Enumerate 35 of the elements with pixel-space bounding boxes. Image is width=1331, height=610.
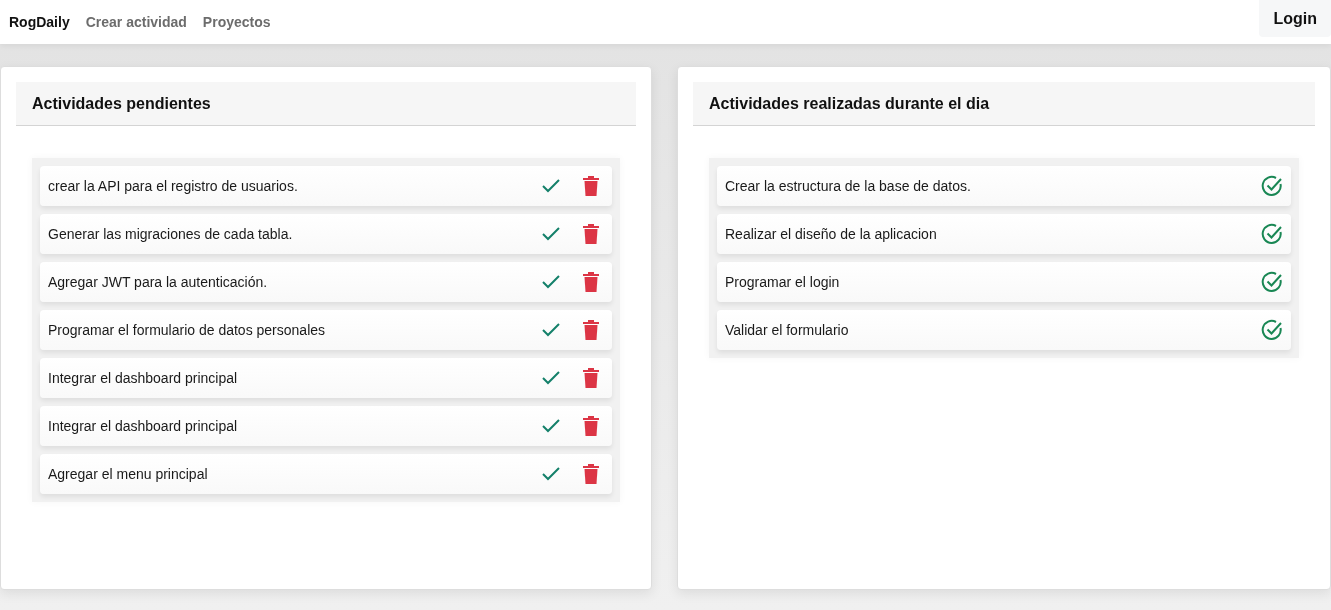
check-icon — [541, 322, 561, 338]
trash-icon — [583, 368, 599, 388]
circle-check-icon — [1261, 175, 1283, 197]
check-icon — [541, 178, 561, 194]
nav-link[interactable]: Proyectos — [202, 14, 271, 30]
brand-link[interactable]: RogDaily — [9, 14, 70, 30]
trash-icon — [583, 176, 599, 196]
activity-text: Generar las migraciones de cada tabla. — [48, 226, 294, 242]
activity-text: Integrar el dashboard principal — [48, 370, 239, 386]
check-icon — [541, 226, 561, 242]
activity-text: Agregar el menu principal — [48, 466, 209, 482]
trash-icon — [583, 416, 599, 436]
login-button[interactable]: Login — [1259, 0, 1331, 37]
activity-text: Agregar JWT para la autenticación. — [48, 274, 269, 290]
check-icon — [541, 274, 561, 290]
trash-icon — [583, 464, 599, 484]
activity-text: Integrar el dashboard principal — [48, 418, 239, 434]
trash-icon — [583, 320, 599, 340]
activity-text: Validar el formulario — [725, 322, 850, 338]
activity-text: Crear la estructura de la base de datos. — [725, 178, 972, 194]
panel-title: Actividades realizadas durante el dia — [693, 82, 1315, 126]
panel-title: Actividades pendientes — [16, 82, 636, 126]
check-icon — [541, 370, 561, 386]
check-icon — [541, 466, 561, 482]
activity-text: crear la API para el registro de usuarios. — [48, 178, 299, 194]
activity-text: Programar el login — [725, 274, 841, 290]
check-icon — [541, 418, 561, 434]
trash-icon — [583, 272, 599, 292]
activity-text: Programar el formulario de datos personales — [48, 322, 327, 338]
circle-check-icon — [1261, 271, 1283, 293]
nav-link[interactable]: Crear actividad — [85, 14, 187, 30]
activity-text: Realizar el diseño de la aplicacion — [725, 226, 938, 242]
circle-check-icon — [1261, 223, 1283, 245]
trash-icon — [583, 224, 599, 244]
circle-check-icon — [1261, 319, 1283, 341]
